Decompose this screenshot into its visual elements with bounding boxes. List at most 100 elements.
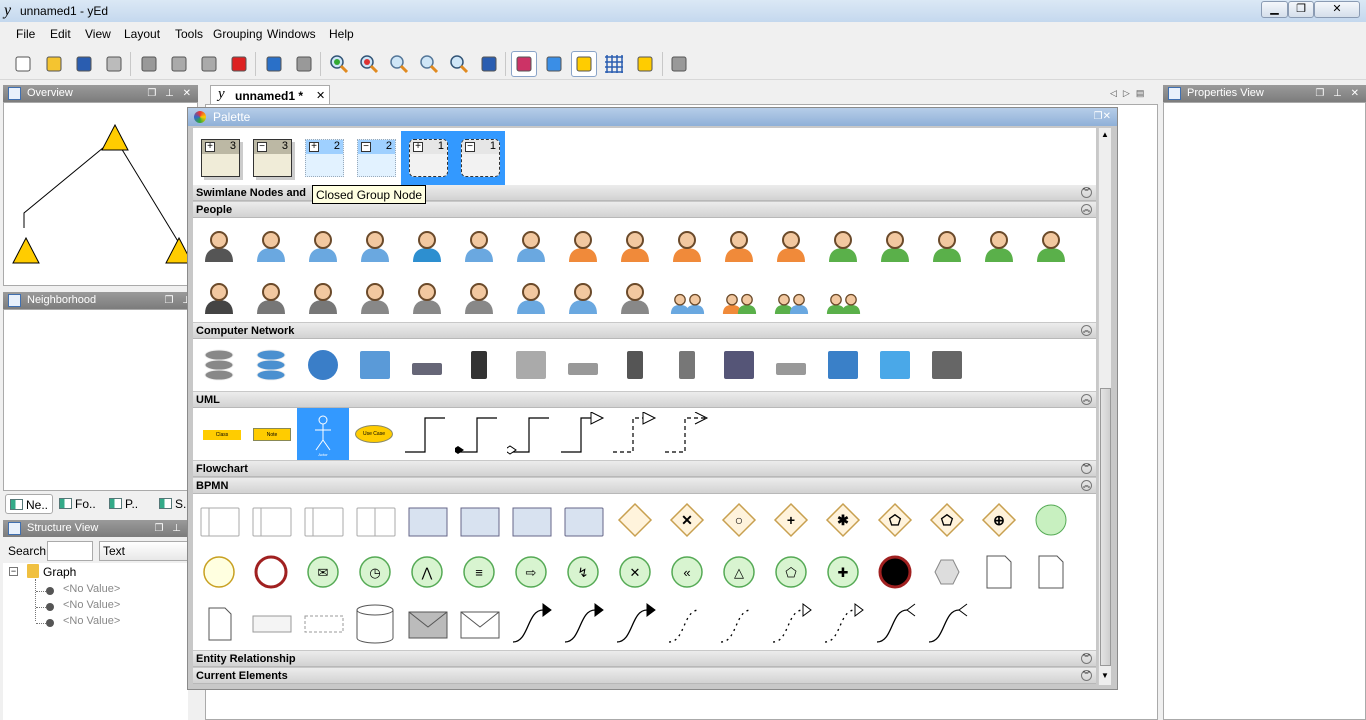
uml-edge[interactable] (507, 412, 557, 456)
section-uml[interactable]: UML ︽ (193, 392, 1096, 408)
uml-note[interactable]: Note (253, 428, 291, 441)
person-icon[interactable] (923, 220, 971, 268)
bpmn-task[interactable] (455, 496, 503, 544)
person-icon[interactable] (455, 220, 503, 268)
person-icon[interactable] (559, 220, 607, 268)
server-rack-icon[interactable] (611, 341, 659, 389)
bpmn-gateway[interactable]: ⬠ (871, 496, 919, 544)
zoom-1to1-icon[interactable] (386, 51, 412, 77)
bpmn-pool[interactable] (299, 496, 347, 544)
person-icon[interactable] (767, 272, 815, 320)
person-icon[interactable] (715, 220, 763, 268)
bpmn-event[interactable]: ⋀ (403, 548, 451, 596)
bpmn-gateway[interactable]: ○ (715, 496, 763, 544)
new-document-icon[interactable] (10, 51, 36, 77)
palette-scrollbar[interactable]: ▲ ▼ (1098, 128, 1111, 685)
person-icon[interactable] (819, 220, 867, 268)
bpmn-event[interactable]: ↯ (559, 548, 607, 596)
uml-class[interactable]: Class (203, 430, 241, 440)
person-icon[interactable] (507, 220, 555, 268)
undo-icon[interactable] (261, 51, 287, 77)
switch-icon[interactable] (767, 341, 815, 389)
bpmn-pool[interactable] (247, 496, 295, 544)
bpmn-flow[interactable] (819, 600, 867, 648)
expand-icon[interactable]: ︾ (1081, 670, 1092, 681)
uml-edge[interactable] (559, 412, 609, 456)
bpmn-gateway[interactable]: ✕ (663, 496, 711, 544)
person-icon[interactable] (299, 272, 347, 320)
bpmn-event[interactable] (975, 548, 1023, 596)
collapse-icon[interactable]: ︽ (1081, 325, 1092, 336)
bpmn-flow[interactable] (767, 600, 815, 648)
person-icon[interactable] (611, 272, 659, 320)
person-icon[interactable] (819, 272, 867, 320)
bpmn-event[interactable]: △ (715, 548, 763, 596)
person-icon[interactable] (871, 220, 919, 268)
neighborhood-canvas[interactable] (3, 309, 198, 491)
printer-icon[interactable] (507, 341, 555, 389)
person-icon[interactable] (455, 272, 503, 320)
expand-icon[interactable]: ︾ (1081, 463, 1092, 474)
bpmn-flow[interactable] (715, 600, 763, 648)
person-icon[interactable] (403, 220, 451, 268)
person-icon[interactable] (767, 220, 815, 268)
collapse-icon[interactable]: ︽ (1081, 480, 1092, 491)
bpmn-task[interactable] (403, 496, 451, 544)
group-node[interactable]: +2 (305, 139, 344, 177)
database-blue-icon[interactable] (247, 341, 295, 389)
group-node[interactable]: +3 (201, 139, 240, 177)
bpmn-event[interactable]: ✕ (611, 548, 659, 596)
bpmn-event[interactable]: ≡ (455, 548, 503, 596)
section-current-elements[interactable]: Current Elements ︾ (193, 668, 1096, 684)
bpmn-event[interactable] (247, 548, 295, 596)
bpmn-artifact[interactable] (247, 600, 295, 648)
paste-icon[interactable] (196, 51, 222, 77)
person-icon[interactable] (195, 220, 243, 268)
group-node[interactable]: −1 (461, 139, 500, 177)
server-tower-icon[interactable] (455, 341, 503, 389)
bpmn-flow[interactable] (507, 600, 555, 648)
menu-layout[interactable]: Layout (124, 27, 160, 41)
tree-node[interactable]: <No Value> (63, 583, 120, 595)
person-icon[interactable] (299, 220, 347, 268)
bpmn-artifact[interactable] (455, 600, 503, 648)
snap-lines-icon[interactable] (571, 51, 597, 77)
bpmn-artifact[interactable] (403, 600, 451, 648)
move-mode-icon[interactable] (541, 51, 567, 77)
person-icon[interactable] (247, 272, 295, 320)
bpmn-event[interactable]: ✉ (299, 548, 347, 596)
close-button[interactable]: ✕ (1314, 1, 1360, 18)
collapse-toggle[interactable]: − (9, 567, 18, 576)
orthogonal-edges-icon[interactable] (632, 51, 658, 77)
bpmn-gateway[interactable]: ⊕ (975, 496, 1023, 544)
bpmn-event[interactable] (871, 548, 919, 596)
menu-windows[interactable]: Windows (267, 27, 316, 41)
palette-header[interactable]: Palette ❐✕ (188, 108, 1117, 126)
menu-file[interactable]: File (16, 27, 35, 41)
zoom-area-icon[interactable] (446, 51, 472, 77)
group-node[interactable]: +1 (409, 139, 448, 177)
person-icon[interactable] (975, 220, 1023, 268)
bpmn-flow[interactable] (923, 600, 971, 648)
menu-tools[interactable]: Tools (175, 27, 203, 41)
workstation-icon[interactable] (923, 341, 971, 389)
menu-edit[interactable]: Edit (50, 27, 71, 41)
monitor-icon[interactable] (819, 341, 867, 389)
person-icon[interactable] (507, 272, 555, 320)
section-people[interactable]: People ︽ (193, 202, 1096, 218)
scroll-up-icon[interactable]: ▲ (1101, 130, 1109, 139)
bpmn-event[interactable] (195, 548, 243, 596)
panel-tab-0[interactable]: Ne.. (5, 494, 53, 514)
scanner-icon[interactable] (559, 341, 607, 389)
bpmn-event[interactable] (1027, 496, 1075, 544)
person-icon[interactable] (351, 220, 399, 268)
panel-controls[interactable]: ❐ ⊥ ✕ (147, 85, 194, 102)
person-icon[interactable] (559, 272, 607, 320)
uml-edge[interactable] (611, 412, 661, 456)
zoom-in-icon[interactable] (326, 51, 352, 77)
mobile-icon[interactable] (663, 341, 711, 389)
bpmn-task[interactable] (559, 496, 607, 544)
bpmn-artifact[interactable] (299, 600, 347, 648)
fit-content-icon[interactable] (476, 51, 502, 77)
network-tree-icon[interactable] (351, 341, 399, 389)
